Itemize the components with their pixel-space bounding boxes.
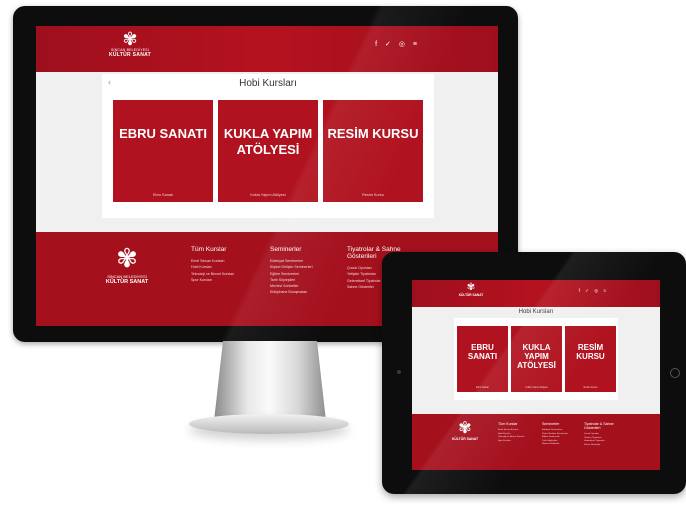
footer-logo[interactable]: ✾ SİNCAN BELEDİYESİ KÜLTÜR SANAT [102, 244, 152, 286]
card-title: KUKLA YAPIM ATÖLYESİ [517, 343, 556, 370]
footer-heading[interactable]: Seminerler [270, 246, 340, 253]
tablet-footer-logo[interactable]: ✾ KÜLTÜR SANAT [450, 420, 480, 441]
tablet-site-logo[interactable]: ✾ KÜLTÜR SANAT [453, 282, 489, 297]
footer-link[interactable]: Sahne Gösteriler [584, 444, 630, 448]
footer-link[interactable]: Spor Kursları [191, 277, 261, 283]
page-title: Hobi Kursları [239, 78, 297, 89]
tablet-logo-line2: KÜLTÜR SANAT [458, 293, 484, 297]
logo-line2: KÜLTÜR SANAT [108, 52, 152, 58]
card-title: RESİM KURSU [327, 126, 419, 141]
footer-link[interactable]: Mevlevi Sohbetler [542, 443, 568, 447]
tablet-social-icons[interactable]: f ✓ ◎ ≡ [579, 288, 608, 294]
course-grid: EBRU SANATI Ebru Sanatı KUKLA YAPIM ATÖL… [102, 94, 434, 218]
flower-logo-icon: ✾ [466, 282, 476, 293]
flower-logo-icon: ✾ [122, 29, 138, 49]
card-caption: Resim Kursu [583, 386, 598, 389]
card-title: EBRU SANATI [119, 126, 207, 141]
tablet-footer-column-seminars: Seminerler Edebiyat Seminerleri Kişisel … [542, 422, 568, 447]
card-caption: Ebru Sanatı [152, 193, 174, 197]
tablet-course-card-resim[interactable]: RESİM KURSU Resim Kursu [565, 326, 616, 392]
footer-column-seminars: Seminerler Edebiyat Seminerleri Kişisel … [270, 246, 340, 296]
site-logo[interactable]: ✾ SİNCAN BELEDİYESİ KÜLTÜR SANAT [100, 30, 160, 58]
flower-logo-icon: ✾ [116, 243, 138, 273]
monitor-stand [214, 341, 326, 421]
tablet-site-footer: ✾ KÜLTÜR SANAT Tüm Kurslar Emel Sincan K… [412, 414, 660, 470]
footer-link[interactable]: Spor Kursları [498, 440, 524, 444]
monitor-stand-base [189, 414, 349, 434]
card-title: RESİM KURSU [576, 343, 605, 361]
card-title: EBRU SANATI [467, 343, 498, 361]
tablet-camera [397, 370, 401, 374]
footer-heading[interactable]: Tüm Kurslar [191, 246, 261, 253]
site-header: ✾ SİNCAN BELEDİYESİ KÜLTÜR SANAT f ✓ ◎ ≡ [36, 26, 498, 72]
course-card-ebru[interactable]: EBRU SANATI Ebru Sanatı [113, 100, 213, 202]
card-caption: Resim Kursu [362, 193, 384, 197]
card-caption: Kukla Yapım Atölyesi [525, 386, 548, 389]
tablet-home-button[interactable] [670, 368, 680, 378]
course-card-resim[interactable]: RESİM KURSU Resim Kursu [323, 100, 423, 202]
flower-logo-icon: ✾ [458, 420, 472, 437]
footer-heading[interactable]: Tüm Kurslar [498, 422, 524, 426]
tablet-footer-column-theatre: Tiyatrolar & Sahne Gösterileri Çocuk Oyu… [584, 422, 630, 447]
footer-link[interactable]: Kütüphane Buluşmaları [270, 289, 340, 295]
tablet-page-title: Hobi Kursları [518, 309, 554, 315]
card-caption: Ebru Sanatı [476, 386, 489, 389]
tablet-course-card-ebru[interactable]: EBRU SANATI Ebru Sanatı [457, 326, 508, 392]
card-title: KUKLA YAPIM ATÖLYESİ [223, 126, 313, 157]
social-icons[interactable]: f ✓ ◎ ≡ [375, 40, 420, 48]
footer-heading[interactable]: Seminerler [542, 422, 568, 426]
footer-logo-line2: KÜLTÜR SANAT [105, 279, 149, 285]
card-caption: Kukla Yapım Atölyesi [250, 193, 286, 197]
tablet-course-grid: EBRU SANATI Ebru Sanatı KUKLA YAPIM ATÖL… [454, 318, 618, 400]
tablet-device: ✾ KÜLTÜR SANAT f ✓ ◎ ≡ Hobi Kursları EBR… [382, 252, 686, 494]
footer-heading[interactable]: Tiyatrolar & Sahne Gösterileri [584, 422, 630, 430]
page-title-bar: ‹ Hobi Kursları [102, 74, 434, 94]
tablet-footer-logo-line2: KÜLTÜR SANAT [451, 437, 479, 441]
tablet-site-header: ✾ KÜLTÜR SANAT f ✓ ◎ ≡ [412, 280, 660, 307]
tablet-footer-column-courses: Tüm Kurslar Emel Sincan Kursları Hobi Ku… [498, 422, 524, 443]
course-card-kukla[interactable]: KUKLA YAPIM ATÖLYESİ Kukla Yapım Atölyes… [218, 100, 318, 202]
footer-column-courses: Tüm Kurslar Emel Sincan Kursları Hobi Ku… [191, 246, 261, 283]
tablet-screen: ✾ KÜLTÜR SANAT f ✓ ◎ ≡ Hobi Kursları EBR… [412, 280, 660, 470]
tablet-course-card-kukla[interactable]: KUKLA YAPIM ATÖLYESİ Kukla Yapım Atölyes… [511, 326, 562, 392]
